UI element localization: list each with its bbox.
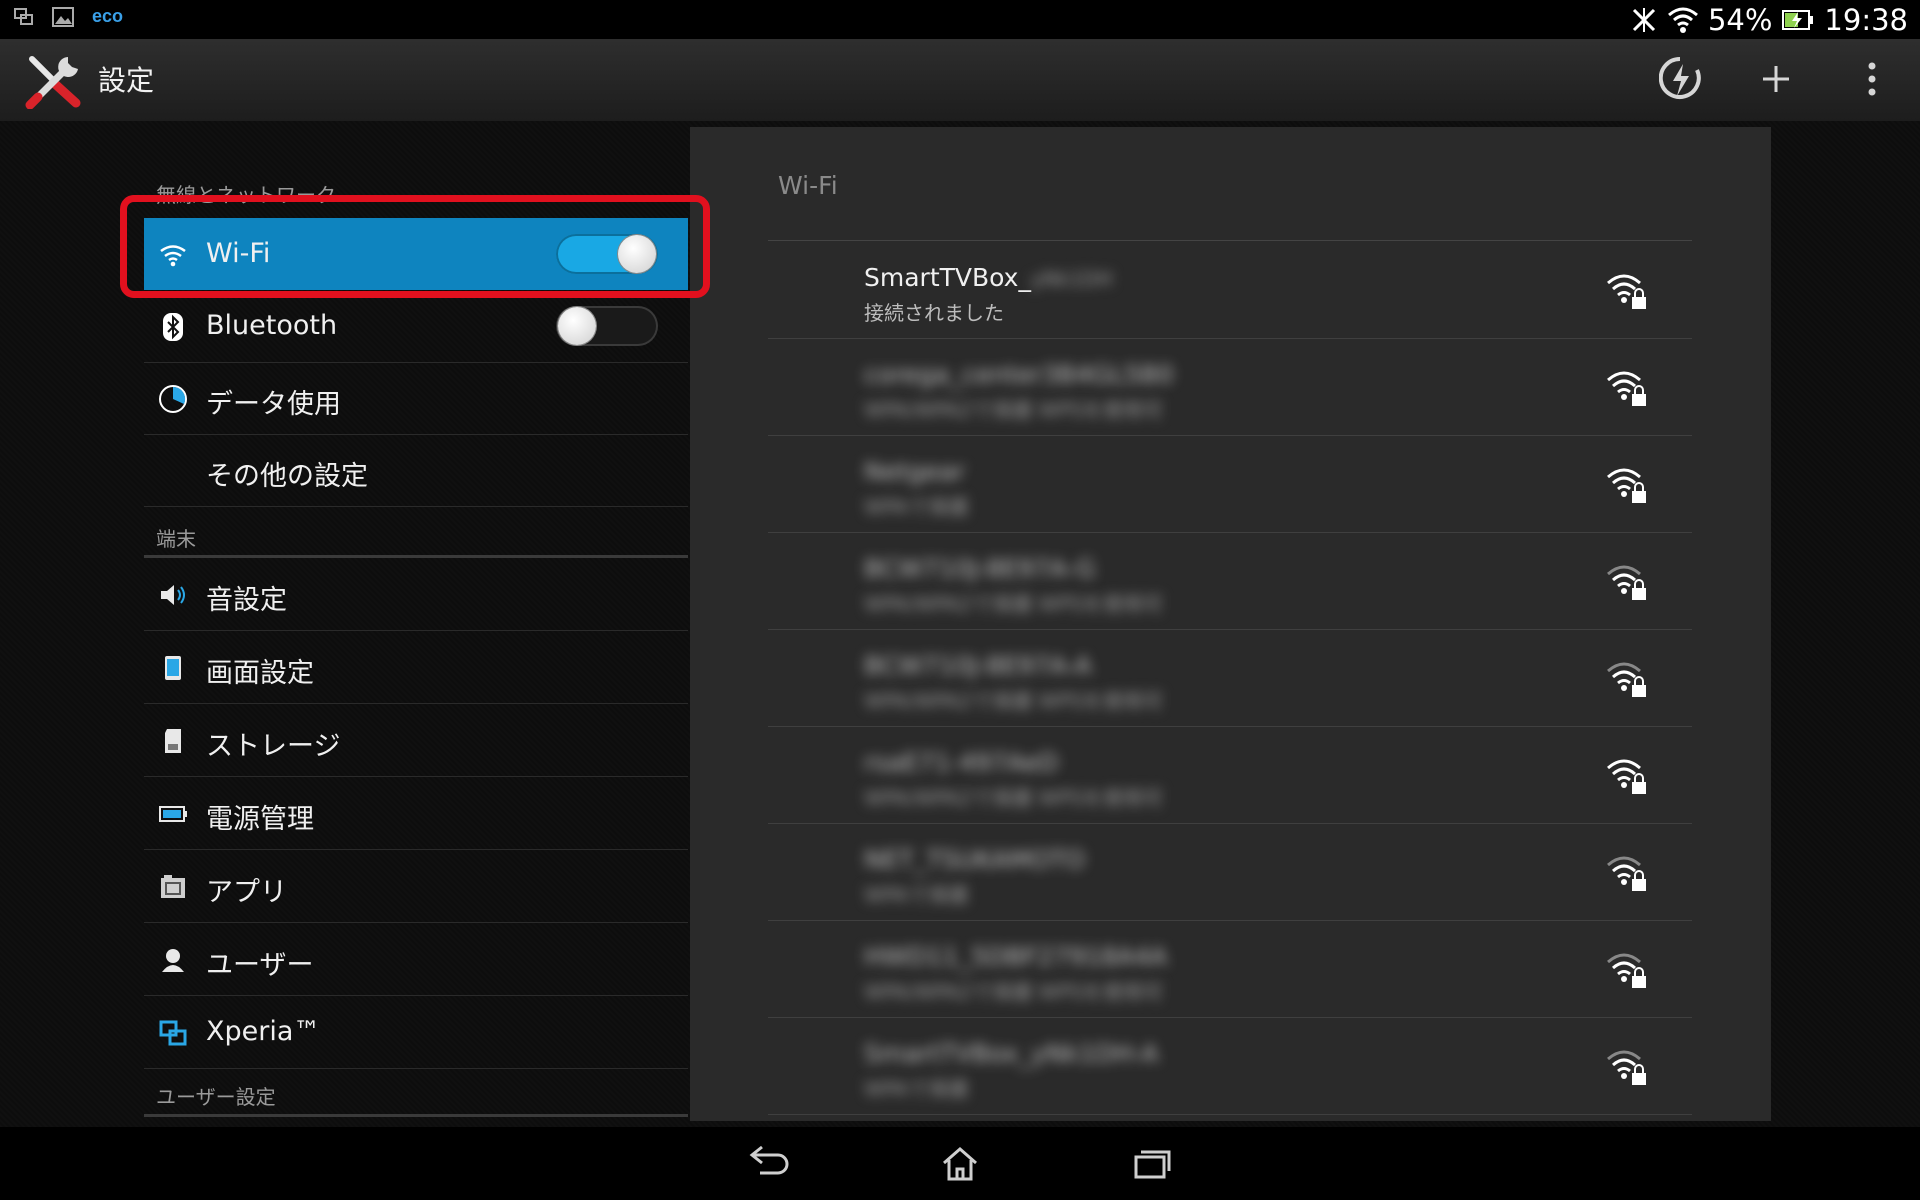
clock: 19:38 (1824, 2, 1908, 37)
wifi-lock-icon (1607, 468, 1646, 503)
network-status: WPAで保護 (864, 1077, 969, 1101)
sidebar-item-label: ストレージ (206, 731, 341, 762)
sidebar-item-sound[interactable]: 音設定 (144, 558, 688, 631)
overflow-menu-button[interactable] (1842, 49, 1902, 109)
network-ssid: BCW710J-8E97A-A (864, 651, 1092, 680)
network-ssid: SmartTVBox_yNk1DH-A (864, 1039, 1159, 1068)
network-ssid: BCW710J-8E97A-G (864, 554, 1096, 583)
sidebar-item-label: Bluetooth (206, 310, 338, 341)
page-title: 設定 (98, 64, 155, 97)
toggle-knob (558, 307, 596, 345)
display-icon (165, 656, 181, 680)
ssid-redacted: yNk1DH (1030, 267, 1113, 291)
network-ssid: corega_center3B4GL5B0 (864, 360, 1174, 389)
network-status: WPA/WPA2で保護 WPSを使用可 (864, 398, 1163, 422)
wifi-lock-icon (1607, 662, 1646, 697)
wifi-lock-icon (1607, 1050, 1646, 1085)
navigation-bar (0, 1127, 1920, 1200)
wifi-signal-icon (1667, 7, 1698, 33)
sidebar-item-label: 画面設定 (206, 658, 314, 689)
home-icon[interactable] (930, 1141, 990, 1187)
sidebar-item-bluetooth[interactable]: Bluetooth (144, 290, 688, 363)
sync-button[interactable] (1650, 49, 1710, 109)
sidebar-item-display[interactable]: 画面設定 (144, 631, 688, 704)
network-item[interactable]: HWD11_5DBF27918A4A WPA/WPA2で保護 WPSを使用可 (768, 920, 1692, 1018)
wifi-lock-icon (1607, 371, 1646, 406)
bluetooth-icon (163, 313, 183, 341)
wifi-highlight-box (120, 195, 710, 298)
wifi-lock-icon (1607, 565, 1646, 600)
sd-card-icon (165, 729, 181, 753)
network-status: WPA/WPA2で保護 WPSを使用可 (864, 786, 1163, 810)
nfc-icon (1632, 7, 1656, 32)
notification-icons: eco (14, 6, 123, 27)
network-status: WPAで保護 (864, 883, 969, 907)
xperia-icon (159, 1020, 187, 1046)
panel-title: Wi-Fi (778, 171, 838, 200)
network-ssid: rsaE71-497AeD (864, 748, 1059, 777)
sidebar-item-label: アプリ (206, 877, 287, 908)
network-item[interactable]: rsaE71-497AeD WPA/WPA2で保護 WPSを使用可 (768, 726, 1692, 824)
back-icon[interactable] (740, 1141, 800, 1187)
battery-icon (159, 806, 187, 822)
bluetooth-toggle[interactable] (556, 306, 658, 346)
network-status: WPA/WPA2で保護 WPSを使用可 (864, 689, 1163, 713)
network-item-connected[interactable]: SmartTVBox_yNk1DH 接続されました (768, 241, 1692, 339)
recents-icon[interactable] (1122, 1141, 1182, 1187)
sync-icon (1659, 56, 1701, 99)
network-ssid: NET_TSUKAMOTO (864, 845, 1085, 874)
sidebar-item-xperia[interactable]: Xperia™ (144, 996, 688, 1069)
sidebar-item-storage[interactable]: ストレージ (144, 704, 688, 777)
battery-percent: 54% (1707, 2, 1773, 37)
category-divider (144, 1114, 688, 1117)
sidebar-item-users[interactable]: ユーザー (144, 923, 688, 996)
network-item[interactable]: NET_TSUKAMOTO WPAで保護 (768, 823, 1692, 921)
sidebar-item-label: 電源管理 (206, 804, 314, 835)
network-item[interactable]: Netgear WPAで保護 (768, 435, 1692, 533)
add-button[interactable] (1746, 49, 1806, 109)
data-usage-icon (159, 385, 187, 413)
network-item[interactable]: BCW710J-8E97A-A WPA/WPA2で保護 WPSを使用可 (768, 629, 1692, 727)
wifi-lock-icon (1607, 274, 1646, 309)
network-status: WPA/WPA2で保護 WPSを使用可 (864, 980, 1163, 1004)
settings-tools-icon[interactable] (24, 53, 84, 109)
sidebar-item-label: データ使用 (206, 389, 341, 420)
plus-icon (1763, 66, 1789, 92)
gallery-icon (52, 6, 74, 27)
sidebar-item-data-usage[interactable]: データ使用 (144, 362, 688, 435)
status-bar: eco 54% 19:38 (0, 0, 1920, 39)
battery-charging-icon (1782, 9, 1814, 30)
wifi-lock-icon (1607, 759, 1646, 794)
action-bar: 設定 (0, 39, 1920, 123)
sidebar-item-apps[interactable]: アプリ (144, 850, 688, 923)
network-item[interactable]: BCW710J-8E97A-G WPA/WPA2で保護 WPSを使用可 (768, 532, 1692, 630)
network-ssid: SmartTVBox_yNk1DH (864, 263, 1113, 292)
network-status: WPA/WPA2で保護 WPSを使用可 (864, 592, 1163, 616)
sidebar-item-label: Xperia™ (206, 1016, 321, 1047)
wifi-lock-icon (1607, 856, 1646, 891)
sidebar-item-label: 音設定 (206, 585, 287, 616)
network-ssid: Netgear (864, 457, 965, 486)
speaker-icon (161, 585, 185, 605)
wifi-lock-icon (1607, 953, 1646, 988)
sidebar-item-label: その他の設定 (206, 461, 368, 492)
wifi-panel: Wi-Fi SmartTVBox_yNk1DH 接続されました corega_c… (690, 127, 1771, 1121)
sidebar-item-power[interactable]: 電源管理 (144, 777, 688, 850)
network-status: WPAで保護 (864, 495, 969, 519)
user-icon (162, 949, 184, 972)
category-user-settings: ユーザー設定 (156, 1085, 276, 1109)
category-device: 端末 (156, 527, 196, 551)
sidebar-item-more-settings[interactable]: その他の設定 (144, 434, 688, 507)
overflow-icon (1868, 62, 1876, 96)
network-status: 接続されました (864, 301, 1004, 325)
network-item[interactable]: corega_center3B4GL5B0 WPA/WPA2で保護 WPSを使用… (768, 338, 1692, 436)
eco-icon: eco (92, 6, 124, 26)
network-item[interactable]: SmartTVBox_yNk1DH-A WPAで保護 (768, 1017, 1692, 1115)
network-ssid: HWD11_5DBF27918A4A (864, 942, 1168, 971)
screens-icon (14, 7, 33, 25)
sidebar-item-label: ユーザー (206, 950, 314, 981)
apps-icon (161, 875, 185, 898)
